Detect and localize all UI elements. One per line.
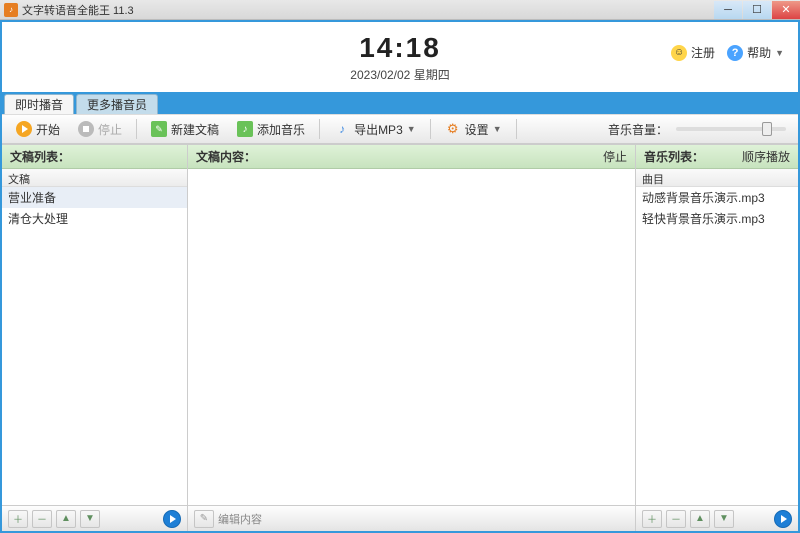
help-button[interactable]: ? 帮助 ▼	[727, 44, 784, 61]
play-icon	[16, 121, 32, 137]
music-panel-header: 音乐列表： 顺序播放	[636, 145, 798, 169]
tabbar: 即时播音 更多播音员	[2, 92, 798, 114]
volume-label: 音乐音量：	[608, 121, 668, 138]
register-button[interactable]: ☺ 注册	[671, 44, 715, 61]
stop-icon	[78, 121, 94, 137]
script-row[interactable]: 营业准备	[2, 187, 187, 208]
settings-button[interactable]: 设置 ▼	[437, 118, 510, 141]
window-maximize-button[interactable]: ☐	[743, 1, 771, 19]
add-music-button[interactable]: 添加音乐	[229, 118, 313, 141]
music-add-button[interactable]: ＋	[642, 510, 662, 528]
volume-slider[interactable]	[676, 127, 786, 131]
window-minimize-button[interactable]: ─	[714, 1, 742, 19]
scripts-play-button[interactable]	[163, 510, 181, 528]
app-icon: ♪	[4, 3, 18, 17]
clock-date: 2023/02/02 星期四	[350, 66, 449, 83]
content-textarea[interactable]	[188, 169, 635, 505]
music-row[interactable]: 轻快背景音乐演示.mp3	[636, 208, 798, 229]
help-icon: ?	[727, 45, 743, 61]
toolbar: 开始 停止 新建文稿 添加音乐 导出MP3 ▼ 设置 ▼ 音乐音量：	[2, 114, 798, 144]
export-mp3-button[interactable]: 导出MP3 ▼	[326, 118, 424, 141]
register-label: 注册	[691, 44, 715, 61]
window-close-button[interactable]: ✕	[772, 1, 800, 19]
scripts-footer: ＋ － ▲ ▼	[2, 505, 187, 531]
window-title: 文字转语音全能王 11.3	[22, 2, 134, 18]
content-panel-header: 文稿内容： 停止	[188, 145, 635, 169]
window-titlebar: ♪ 文字转语音全能王 11.3 ─ ☐ ✕	[0, 0, 800, 20]
chevron-down-icon: ▼	[407, 124, 416, 134]
chevron-down-icon: ▼	[775, 48, 784, 58]
header: 14:18 2023/02/02 星期四 ☺ 注册 ? 帮助 ▼	[2, 22, 798, 92]
tab-instant-broadcast[interactable]: 即时播音	[4, 94, 74, 114]
document-icon	[151, 121, 167, 137]
music-down-button[interactable]: ▼	[714, 510, 734, 528]
music-up-button[interactable]: ▲	[690, 510, 710, 528]
toolbar-separator	[430, 119, 431, 139]
scripts-down-button[interactable]: ▼	[80, 510, 100, 528]
content-footer-label: 编辑内容	[218, 511, 262, 527]
music-play-button[interactable]	[774, 510, 792, 528]
scripts-column-header[interactable]: 文稿	[2, 169, 187, 187]
script-row[interactable]: 清仓大处理	[2, 208, 187, 229]
scripts-panel: 文稿列表： 文稿 营业准备 清仓大处理 ＋ － ▲ ▼	[2, 145, 187, 531]
scripts-list: 营业准备 清仓大处理	[2, 187, 187, 505]
toolbar-separator	[136, 119, 137, 139]
toolbar-separator	[516, 119, 517, 139]
music-column-header[interactable]: 曲目	[636, 169, 798, 187]
content-panel: 文稿内容： 停止 编辑内容	[187, 145, 636, 531]
music-remove-button[interactable]: －	[666, 510, 686, 528]
scripts-up-button[interactable]: ▲	[56, 510, 76, 528]
stop-button[interactable]: 停止	[70, 118, 130, 141]
new-script-button[interactable]: 新建文稿	[143, 118, 227, 141]
music-play-mode[interactable]: 顺序播放	[742, 148, 790, 165]
volume-thumb[interactable]	[762, 122, 772, 136]
gear-icon	[445, 121, 461, 137]
scripts-remove-button[interactable]: －	[32, 510, 52, 528]
music-row[interactable]: 动感背景音乐演示.mp3	[636, 187, 798, 208]
scripts-panel-header: 文稿列表：	[2, 145, 187, 169]
toolbar-separator	[319, 119, 320, 139]
help-label: 帮助	[747, 44, 771, 61]
music-list: 动感背景音乐演示.mp3 轻快背景音乐演示.mp3	[636, 187, 798, 505]
music-footer: ＋ － ▲ ▼	[636, 505, 798, 531]
chevron-down-icon: ▼	[493, 124, 502, 134]
music-panel: 音乐列表： 顺序播放 曲目 动感背景音乐演示.mp3 轻快背景音乐演示.mp3 …	[636, 145, 798, 531]
content-status: 停止	[603, 148, 627, 165]
smiley-icon: ☺	[671, 45, 687, 61]
clock-time: 14:18	[350, 32, 449, 64]
content-footer: 编辑内容	[188, 505, 635, 531]
start-button[interactable]: 开始	[8, 118, 68, 141]
tab-more-announcers[interactable]: 更多播音员	[76, 94, 158, 114]
note-icon	[334, 121, 350, 137]
scripts-add-button[interactable]: ＋	[8, 510, 28, 528]
edit-content-button[interactable]	[194, 510, 214, 528]
music-add-icon	[237, 121, 253, 137]
